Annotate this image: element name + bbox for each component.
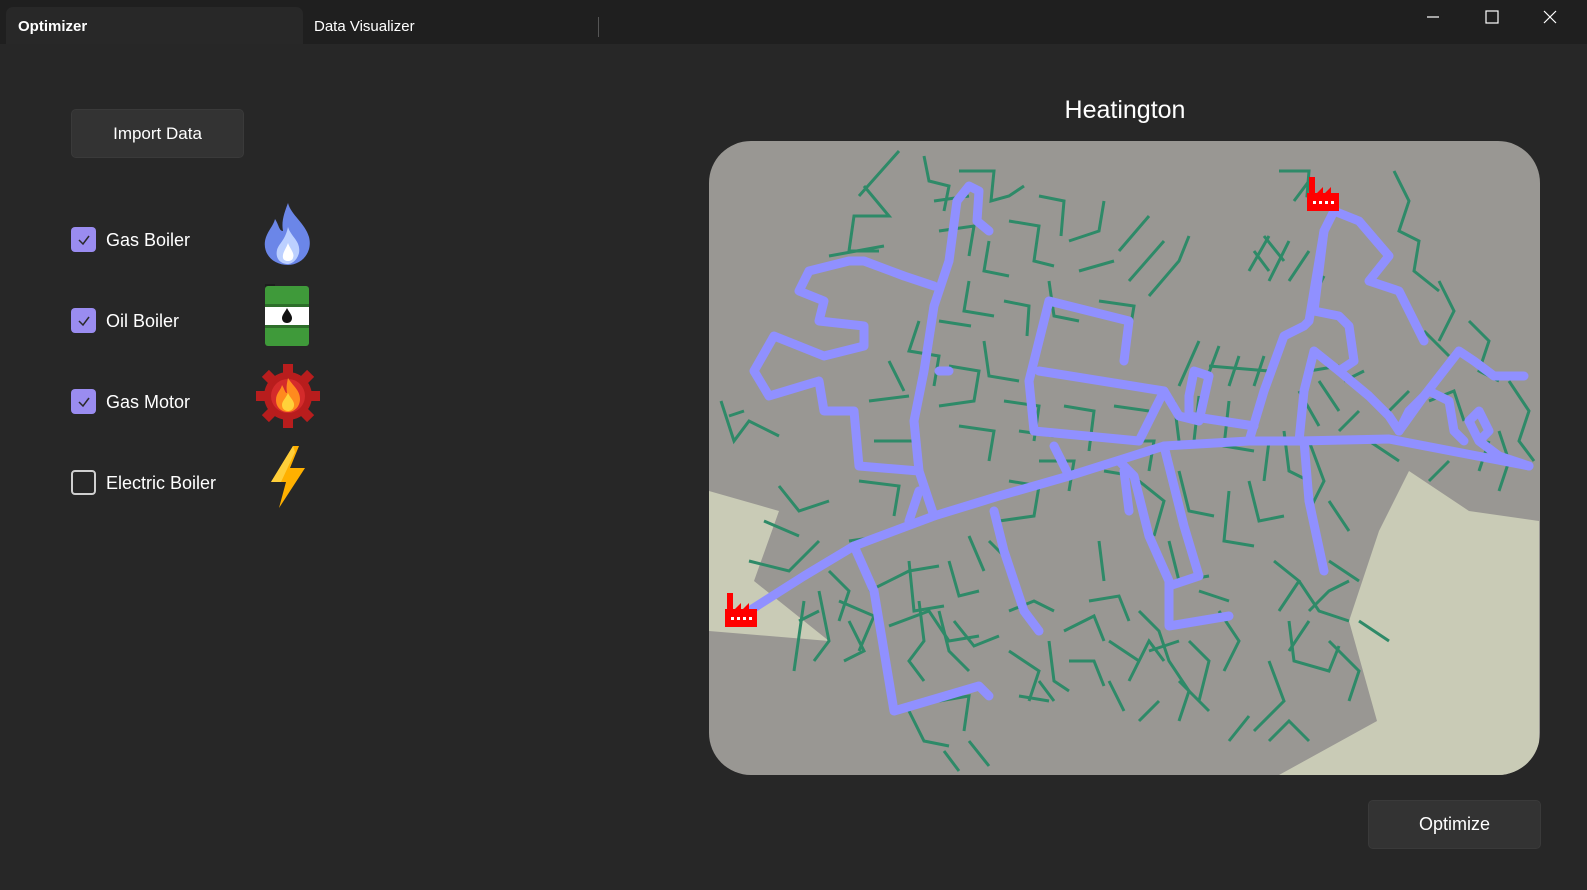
map-canvas	[709, 150, 1539, 775]
gas-boiler-checkbox[interactable]	[71, 227, 96, 252]
tab-divider	[598, 17, 599, 37]
maximize-icon	[1485, 10, 1499, 24]
close-button[interactable]	[1521, 0, 1579, 34]
option-oil-boiler: Oil Boiler	[71, 284, 331, 346]
title-bar: Optimizer Data Visualizer	[0, 0, 1587, 44]
option-electric-boiler: Electric Boiler	[71, 446, 331, 508]
gas-boiler-label: Gas Boiler	[106, 230, 191, 250]
lightning-icon	[271, 446, 305, 508]
minimize-icon	[1427, 16, 1439, 18]
minimize-button[interactable]	[1404, 0, 1462, 34]
oil-barrel-icon	[265, 284, 309, 346]
optimize-button[interactable]: Optimize	[1368, 800, 1541, 849]
checkmark-icon	[77, 235, 90, 245]
maximize-button[interactable]	[1463, 0, 1521, 34]
option-gas-motor: Gas Motor	[71, 364, 331, 428]
gas-motor-checkbox[interactable]	[71, 389, 96, 414]
gear-fire-icon	[256, 364, 320, 428]
gas-motor-label: Gas Motor	[106, 392, 191, 412]
electric-boiler-checkbox[interactable]	[71, 470, 96, 495]
flame-icon	[264, 203, 310, 265]
factory-icon[interactable]	[1307, 177, 1339, 211]
map-title: Heatington	[1064, 96, 1186, 124]
close-icon	[1543, 10, 1557, 24]
checkmark-icon	[77, 316, 90, 326]
tab-optimizer[interactable]: Optimizer	[6, 7, 303, 44]
oil-boiler-checkbox[interactable]	[71, 308, 96, 333]
electric-boiler-label: Electric Boiler	[106, 473, 217, 493]
checkmark-icon	[77, 397, 90, 407]
map-land-area	[1279, 471, 1539, 775]
district-heating-map[interactable]	[709, 141, 1540, 775]
option-gas-boiler: Gas Boiler	[71, 203, 331, 265]
import-data-button[interactable]: Import Data	[71, 109, 244, 158]
oil-boiler-label: Oil Boiler	[106, 311, 180, 331]
tab-data-visualizer[interactable]: Data Visualizer	[302, 7, 592, 44]
